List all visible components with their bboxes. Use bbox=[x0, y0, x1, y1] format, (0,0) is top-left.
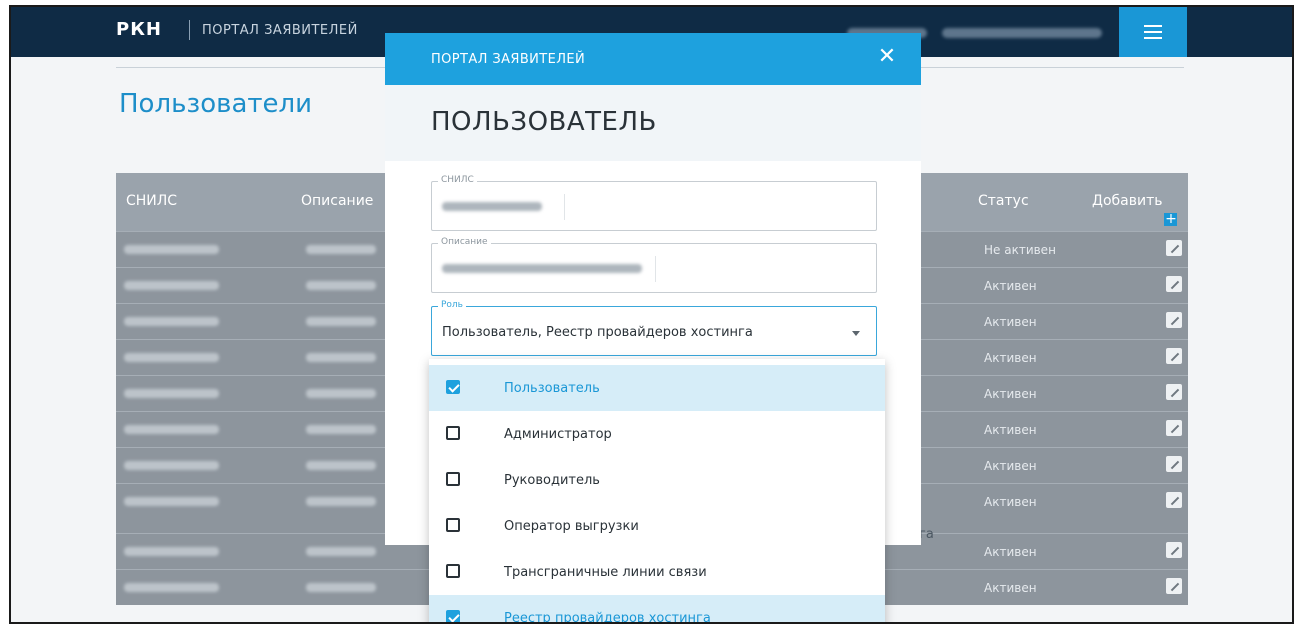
status-text: Активен bbox=[984, 495, 1037, 509]
role-label: Роль bbox=[438, 300, 466, 310]
status-text: Активен bbox=[984, 545, 1037, 559]
close-icon[interactable]: ✕ bbox=[873, 43, 901, 71]
checkbox-icon[interactable] bbox=[446, 380, 460, 394]
role-option-hosting-registry[interactable]: Реестр провайдеров хостинга bbox=[429, 595, 885, 624]
status-text: Активен bbox=[984, 351, 1037, 365]
snils-redacted bbox=[124, 497, 219, 506]
checkbox-icon[interactable] bbox=[446, 518, 460, 532]
edit-icon[interactable] bbox=[1166, 348, 1182, 364]
status-text: Активен bbox=[984, 279, 1037, 293]
description-redacted bbox=[306, 389, 376, 398]
edit-icon[interactable] bbox=[1166, 456, 1182, 472]
snils-redacted bbox=[124, 583, 219, 592]
edit-icon[interactable] bbox=[1166, 420, 1182, 436]
menu-button[interactable] bbox=[1119, 7, 1187, 57]
edit-icon[interactable] bbox=[1166, 276, 1182, 292]
chevron-down-icon[interactable] bbox=[852, 331, 860, 336]
app-window: РКН ПОРТАЛ ЗАЯВИТЕЛЕЙ Пользователи СНИЛС… bbox=[9, 5, 1294, 624]
snils-value-redacted bbox=[442, 202, 542, 211]
snils-redacted bbox=[124, 425, 219, 434]
snils-redacted bbox=[124, 547, 219, 556]
column-header-snils[interactable]: СНИЛС bbox=[126, 193, 177, 209]
description-redacted bbox=[306, 461, 376, 470]
checkbox-icon[interactable] bbox=[446, 426, 460, 440]
snils-field[interactable]: СНИЛС bbox=[431, 175, 877, 231]
description-redacted bbox=[306, 425, 376, 434]
snils-redacted bbox=[124, 317, 219, 326]
modal-title-bar: ПОЛЬЗОВАТЕЛЬ bbox=[385, 85, 921, 161]
edit-icon[interactable] bbox=[1166, 542, 1182, 558]
description-redacted bbox=[306, 497, 376, 506]
status-text: Не активен bbox=[984, 243, 1056, 257]
snils-redacted bbox=[124, 389, 219, 398]
status-text: Активен bbox=[984, 315, 1037, 329]
status-text: Активен bbox=[984, 459, 1037, 473]
role-select[interactable]: Роль Пользователь, Реестр провайдеров хо… bbox=[431, 300, 877, 356]
role-option-admin[interactable]: Администратор bbox=[429, 411, 885, 457]
snils-redacted bbox=[124, 353, 219, 362]
hamburger-icon bbox=[1144, 25, 1162, 27]
role-option-label: Реестр провайдеров хостинга bbox=[504, 611, 711, 624]
logo[interactable]: РКН bbox=[116, 19, 162, 40]
snils-redacted bbox=[124, 461, 219, 470]
status-text: Активен bbox=[984, 423, 1037, 437]
snils-label: СНИЛС bbox=[438, 175, 477, 185]
role-dropdown: Пользователь Администратор Руководитель … bbox=[429, 359, 885, 624]
status-text: Активен bbox=[984, 581, 1037, 595]
column-header-description[interactable]: Описание bbox=[301, 193, 373, 209]
edit-icon[interactable] bbox=[1166, 312, 1182, 328]
role-selected-value: Пользователь, Реестр провайдеров хостинг… bbox=[442, 325, 753, 340]
add-label: Добавить bbox=[1092, 193, 1163, 209]
portal-title: ПОРТАЛ ЗАЯВИТЕЛЕЙ bbox=[202, 23, 358, 38]
role-option-label: Руководитель bbox=[504, 473, 600, 488]
modal-title: ПОЛЬЗОВАТЕЛЬ bbox=[431, 107, 657, 137]
role-option-label: Оператор выгрузки bbox=[504, 519, 639, 534]
description-value-redacted bbox=[442, 264, 642, 273]
role-option-crossborder-lines[interactable]: Трансграничные линии связи bbox=[429, 549, 885, 595]
description-redacted bbox=[306, 317, 376, 326]
checkbox-icon[interactable] bbox=[446, 610, 460, 622]
description-field[interactable]: Описание bbox=[431, 237, 877, 293]
plus-icon: + bbox=[1164, 211, 1178, 227]
checkbox-icon[interactable] bbox=[446, 564, 460, 578]
modal-header: ПОРТАЛ ЗАЯВИТЕЛЕЙ ✕ bbox=[385, 33, 921, 85]
column-header-status[interactable]: Статус bbox=[978, 193, 1029, 209]
truncated-cell-text: га bbox=[919, 527, 934, 542]
logo-divider bbox=[189, 20, 190, 40]
description-redacted bbox=[306, 245, 376, 254]
page-title: Пользователи bbox=[119, 89, 313, 119]
description-redacted bbox=[306, 583, 376, 592]
modal-header-title: ПОРТАЛ ЗАЯВИТЕЛЕЙ bbox=[431, 52, 586, 67]
role-option-label: Администратор bbox=[504, 427, 612, 442]
snils-redacted bbox=[124, 281, 219, 290]
role-option-user[interactable]: Пользователь bbox=[429, 365, 885, 411]
snils-redacted bbox=[124, 245, 219, 254]
add-user-button[interactable]: Добавить + bbox=[1092, 193, 1178, 226]
description-redacted bbox=[306, 281, 376, 290]
description-redacted bbox=[306, 353, 376, 362]
edit-icon[interactable] bbox=[1166, 492, 1182, 508]
edit-icon[interactable] bbox=[1166, 384, 1182, 400]
description-label: Описание bbox=[438, 237, 491, 247]
role-option-export-operator[interactable]: Оператор выгрузки bbox=[429, 503, 885, 549]
checkbox-icon[interactable] bbox=[446, 472, 460, 486]
role-option-label: Пользователь bbox=[504, 381, 600, 396]
role-option-manager[interactable]: Руководитель bbox=[429, 457, 885, 503]
description-redacted bbox=[306, 547, 376, 556]
status-text: Активен bbox=[984, 387, 1037, 401]
edit-icon[interactable] bbox=[1166, 240, 1182, 256]
role-option-label: Трансграничные линии связи bbox=[504, 565, 707, 580]
edit-icon[interactable] bbox=[1166, 578, 1182, 594]
